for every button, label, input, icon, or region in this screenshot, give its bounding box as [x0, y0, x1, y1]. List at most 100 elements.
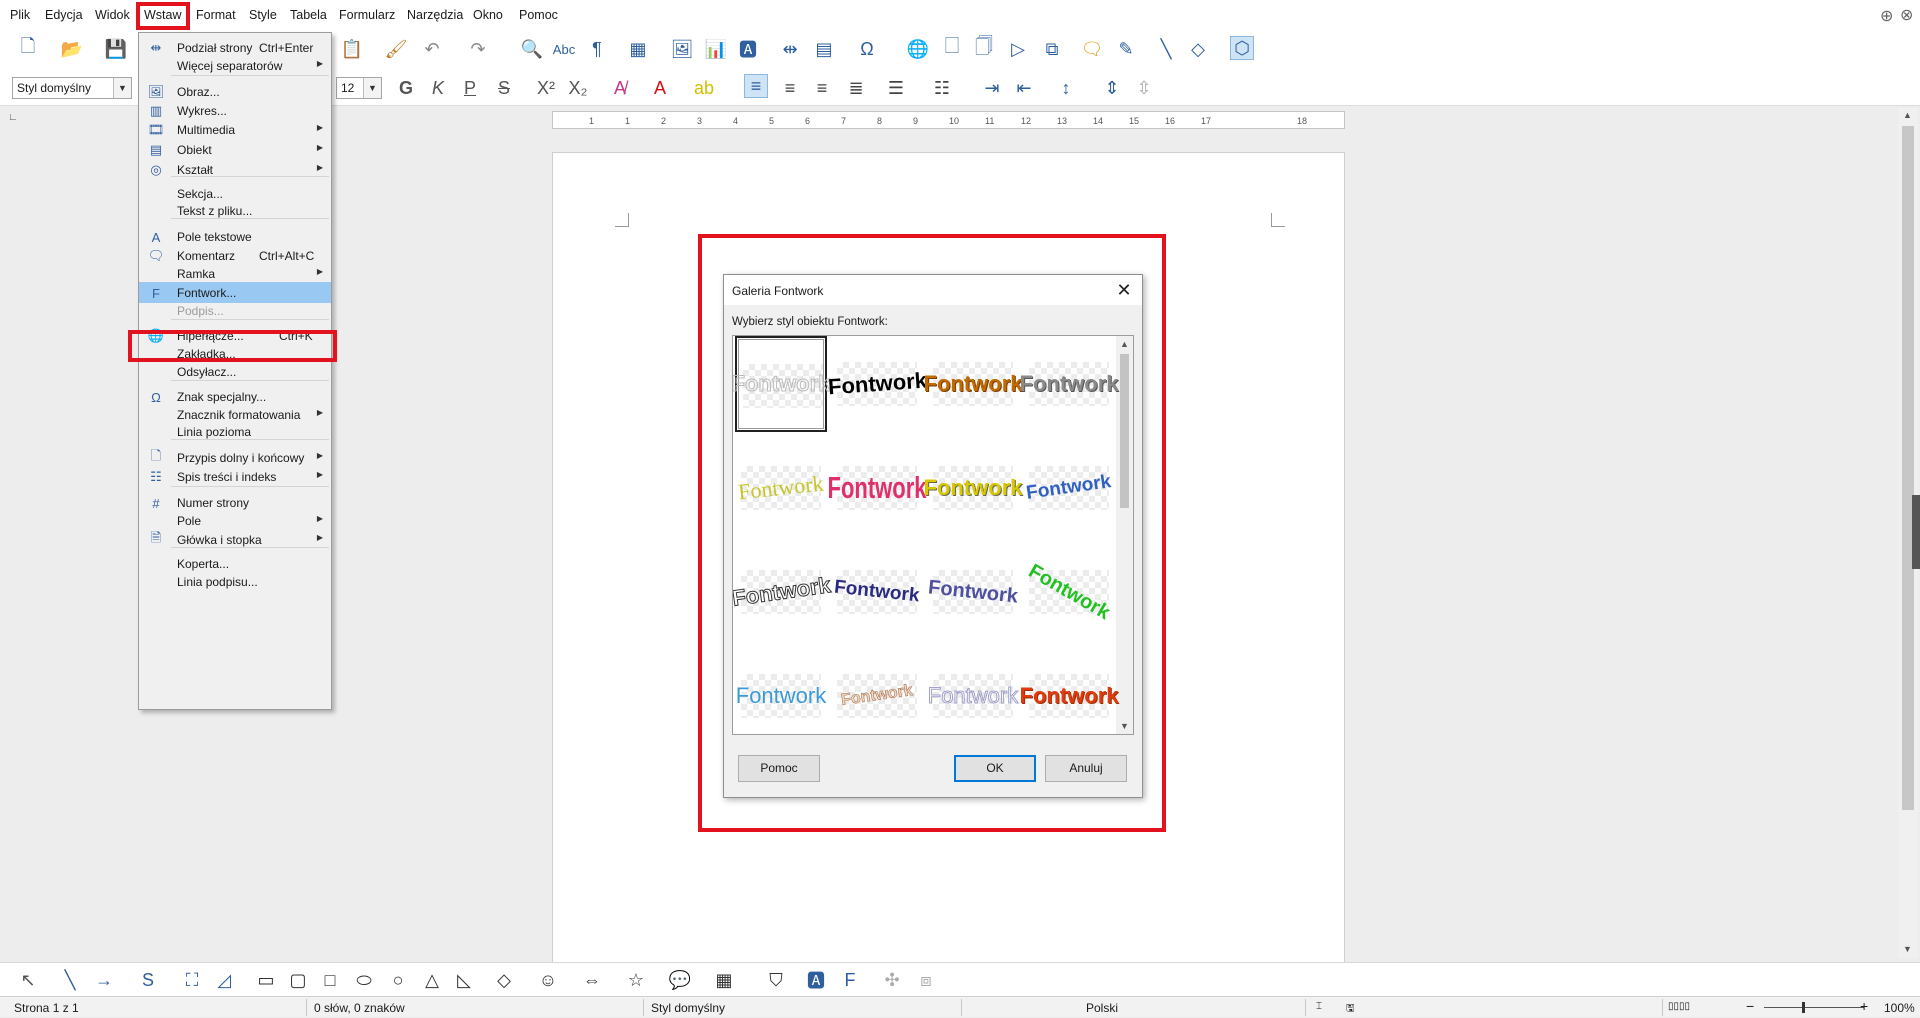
view-layout-icon[interactable]: ▯▯▯▯	[1668, 1001, 1690, 1012]
menu-item-obraz[interactable]: 🖼 Obraz...	[139, 81, 331, 102]
double-arrow-icon[interactable]: ⇔	[580, 968, 604, 992]
line-icon[interactable]: ╲	[58, 968, 82, 992]
circle-icon[interactable]: ○	[386, 968, 410, 992]
subscript-icon[interactable]: X₂	[566, 76, 590, 100]
menu-style[interactable]: Style	[249, 8, 277, 22]
basic-shapes-icon[interactable]: ◇	[1186, 37, 1210, 61]
scroll-up-icon[interactable]: ▲	[1116, 336, 1133, 352]
rounded-rectangle-icon[interactable]: ▢	[286, 968, 310, 992]
zoom-in-icon[interactable]: +	[1860, 998, 1868, 1014]
table-icon[interactable]: ▦	[626, 37, 650, 61]
select-icon[interactable]: ↖	[16, 968, 40, 992]
image-icon[interactable]: 🖼	[670, 37, 694, 61]
points-icon[interactable]: ⛉	[764, 968, 788, 992]
text-box-icon[interactable]: 🅰	[736, 37, 760, 61]
align-center-icon[interactable]: ≡	[778, 76, 802, 100]
new-document-icon[interactable]: 🗋	[16, 36, 40, 61]
diamond-icon[interactable]: ◇	[492, 968, 516, 992]
freeform-icon[interactable]: ◿	[212, 968, 236, 992]
zoom-level[interactable]: 100%	[1884, 1001, 1915, 1015]
find-replace-icon[interactable]: 🔍	[520, 37, 544, 61]
bold-icon[interactable]: G	[394, 76, 418, 100]
page-count[interactable]: Strona 1 z 1	[14, 1001, 79, 1015]
zoom-slider[interactable]	[1764, 1007, 1864, 1008]
scroll-down-icon[interactable]: ▼	[1903, 944, 1912, 954]
fontwork-style-tile[interactable]: Fontwork	[735, 648, 827, 734]
cancel-button[interactable]: Anuluj	[1045, 755, 1127, 782]
menu-narzedzia[interactable]: Narzędzia	[407, 8, 463, 22]
triangle-icon[interactable]: △	[420, 968, 444, 992]
fontwork-style-tile[interactable]: Fontwork	[1023, 544, 1115, 640]
justify-icon[interactable]: ≣	[844, 76, 868, 100]
strikethrough-icon[interactable]: S	[492, 76, 516, 100]
scroll-up-icon[interactable]: ▲	[1903, 110, 1912, 120]
menu-item-pole-tekstowe[interactable]: A Pole tekstowe	[139, 226, 331, 247]
paragraph-style-combo[interactable]: Styl domyślny ▼	[12, 77, 132, 99]
tab-stop-icon[interactable]: ∟	[8, 112, 18, 123]
menu-tabela[interactable]: Tabela	[290, 8, 327, 22]
menu-widok[interactable]: Widok	[95, 8, 130, 22]
ellipse-icon[interactable]: ⬭	[352, 968, 376, 992]
paragraph-spacing-increase-icon[interactable]: ⇕	[1100, 76, 1124, 100]
clear-formatting-icon[interactable]: A̸	[608, 76, 632, 100]
line-spacing-icon[interactable]: ↕	[1054, 76, 1078, 100]
menu-item-obiekt[interactable]: ▤ Obiekt ▶	[139, 139, 331, 160]
underline-icon[interactable]: P	[458, 76, 482, 100]
curve-icon[interactable]: S	[136, 968, 160, 992]
menu-item-ramka[interactable]: Ramka ▶	[139, 263, 331, 284]
save-icon[interactable]: 💾	[104, 37, 128, 61]
redo-icon[interactable]: ↷	[466, 37, 490, 61]
hyperlink-icon[interactable]: 🌐	[906, 37, 930, 61]
fontwork-style-tile[interactable]: Fontwork	[735, 440, 827, 536]
menu-edycja[interactable]: Edycja	[45, 8, 83, 22]
clone-formatting-icon[interactable]: 🖌	[384, 37, 408, 61]
scrollbar-thumb[interactable]	[1902, 126, 1914, 810]
fontwork-style-tile[interactable]: Fontwork	[924, 336, 1023, 432]
numbered-list-icon[interactable]: ☷	[930, 76, 954, 100]
fontwork-style-tile[interactable]: Fontwork	[924, 440, 1023, 536]
spelling-icon[interactable]: Abc	[552, 37, 576, 61]
open-folder-icon[interactable]: 📂	[60, 37, 84, 61]
comment-icon[interactable]: 🗨	[1080, 37, 1104, 61]
menu-item-odsyłacz[interactable]: Odsyłacz...	[139, 361, 331, 382]
fontwork-icon[interactable]: F	[838, 968, 862, 992]
increase-indent-icon[interactable]: ⇥	[980, 76, 1004, 100]
language[interactable]: Polski	[1086, 1001, 1118, 1015]
bookmark-icon[interactable]: ▷	[1006, 37, 1030, 61]
page-break-icon[interactable]: ⇹	[778, 37, 802, 61]
fontwork-style-tile[interactable]: Fontwork	[1020, 336, 1119, 432]
document-modified-icon[interactable]: 🖫	[1346, 1001, 1355, 1018]
word-count[interactable]: 0 słów, 0 znaków	[314, 1001, 405, 1015]
endnote-icon[interactable]: 🗍	[972, 36, 996, 61]
text-box-icon[interactable]: 🅰	[804, 968, 828, 992]
smiley-icon[interactable]: ☺	[536, 968, 560, 992]
font-color-icon[interactable]: A	[648, 76, 672, 100]
fontwork-gallery[interactable]: ▲ ▼ Fontwork Fontwork Fontwork Fontwork Font…	[732, 335, 1134, 735]
track-changes-icon[interactable]: ✎	[1114, 37, 1138, 61]
polygon-icon[interactable]: ⛶	[180, 968, 204, 992]
fontwork-style-tile[interactable]: Fontwork	[827, 336, 927, 432]
zoom-out-icon[interactable]: −	[1746, 998, 1754, 1014]
menu-item-wykres[interactable]: ▥ Wykres...	[139, 100, 331, 121]
menu-okno[interactable]: Okno	[473, 8, 503, 22]
fontwork-style-tile[interactable]: Fontwork	[733, 336, 831, 432]
line-icon[interactable]: ╲	[1154, 37, 1178, 61]
field-icon[interactable]: ▤	[812, 37, 836, 61]
fontwork-style-tile[interactable]: Fontwork	[927, 544, 1019, 640]
undo-icon[interactable]: ↶	[420, 37, 444, 61]
menu-item-więcej-separatorów[interactable]: Więcej separatorów ▶	[139, 55, 331, 76]
flowchart-icon[interactable]: ▦	[712, 968, 736, 992]
zoom-slider-handle[interactable]	[1802, 1002, 1805, 1013]
right-triangle-icon[interactable]: ◺	[452, 968, 476, 992]
page-style[interactable]: Styl domyślny	[651, 1001, 725, 1015]
fontwork-style-tile[interactable]: Fontwork	[1023, 440, 1115, 536]
horizontal-ruler[interactable]: 1 1 2 3 4 5 6 7 8 9 10 11 12 13 14 15 16…	[552, 111, 1345, 129]
italic-icon[interactable]: K	[426, 76, 450, 100]
draw-functions-icon[interactable]: ⬡	[1230, 36, 1254, 60]
align-left-icon[interactable]: ≡	[744, 74, 768, 98]
footnote-icon[interactable]: 🗌	[940, 36, 964, 61]
menu-plik[interactable]: Plik	[10, 8, 30, 22]
paste-icon[interactable]: 📋	[340, 37, 364, 61]
scrollbar-thumb[interactable]	[1120, 354, 1129, 508]
menu-pomoc[interactable]: Pomoc	[519, 8, 558, 22]
